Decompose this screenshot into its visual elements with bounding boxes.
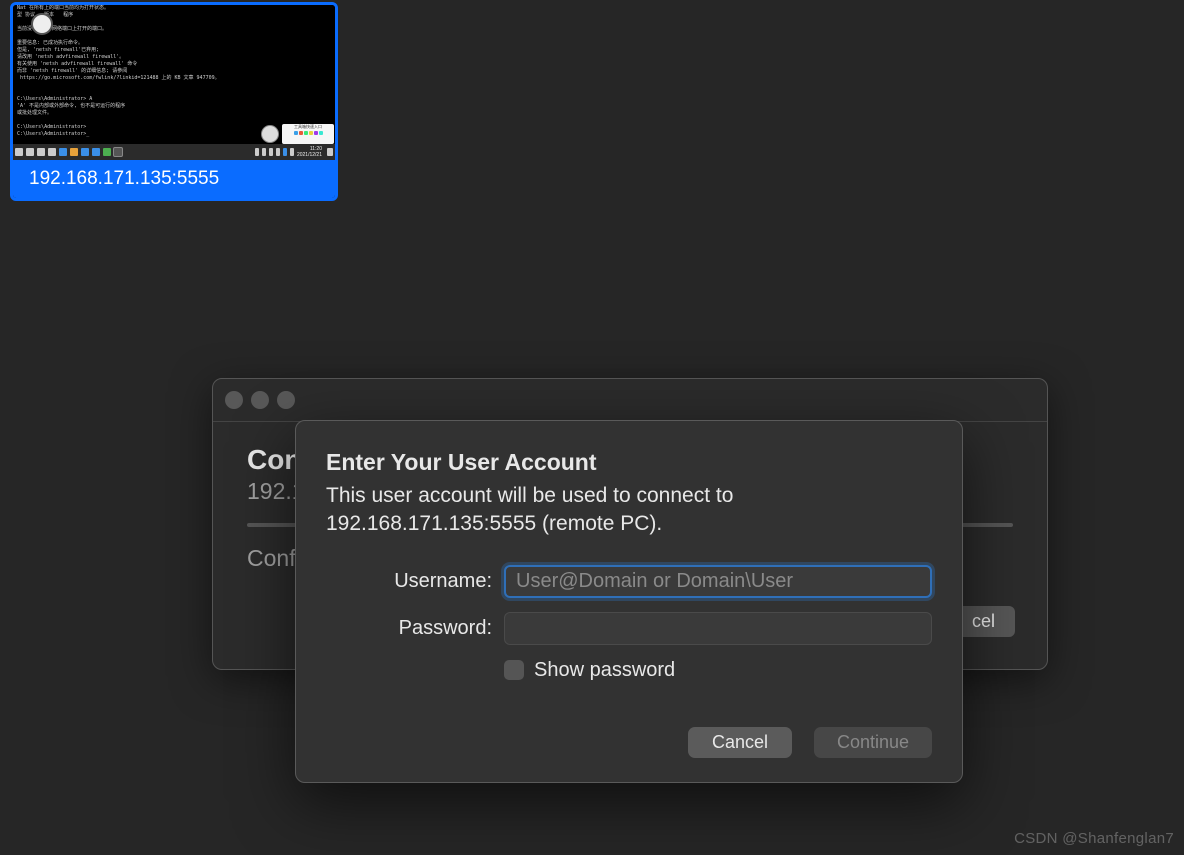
watermark: CSDN @Shanfenglan7 — [1014, 830, 1174, 847]
password-input[interactable] — [504, 612, 932, 645]
username-label: Username: — [326, 570, 504, 593]
tray-chevron-icon — [255, 148, 259, 156]
titlebar — [213, 379, 1047, 421]
avatar-icon — [31, 13, 53, 35]
password-label: Password: — [326, 617, 504, 640]
tray-icon — [283, 148, 287, 156]
store-icon — [81, 148, 89, 156]
continue-button[interactable]: Continue — [814, 727, 932, 758]
tray-icon — [262, 148, 266, 156]
taskview-icon — [48, 148, 56, 156]
thumbnail-label: 192.168.171.135:5555 — [13, 160, 335, 198]
edge-icon — [59, 148, 67, 156]
maximize-icon[interactable] — [277, 391, 295, 409]
thumbnail-screen: Nat 在所有上的端口当前均为打开状态。 型 协议 版本 程序 当前没有在所有网… — [13, 5, 335, 160]
show-password-label: Show password — [534, 659, 675, 682]
tray-icon — [290, 148, 294, 156]
toolbox-popup: 工具箱快速入口 — [282, 124, 334, 144]
close-icon[interactable] — [225, 391, 243, 409]
wechat-icon — [103, 148, 111, 156]
cancel-button[interactable]: Cancel — [688, 727, 792, 758]
dialog-description: This user account will be used to connec… — [326, 482, 932, 539]
cmd-icon — [114, 148, 122, 156]
tray-icon — [269, 148, 273, 156]
search-icon — [26, 148, 34, 156]
explorer-icon — [70, 148, 78, 156]
start-icon — [15, 148, 23, 156]
show-password-checkbox[interactable] — [504, 660, 524, 680]
notification-icon — [327, 148, 333, 156]
mail-icon — [92, 148, 100, 156]
avatar-icon — [261, 125, 279, 143]
terminal-text: Nat 在所有上的端口当前均为打开状态。 型 协议 版本 程序 当前没有在所有网… — [17, 5, 331, 138]
username-input[interactable] — [504, 565, 932, 598]
tray-icon — [276, 148, 280, 156]
thumbnail-taskbar: 11:20 2021/12/21 — [13, 144, 335, 160]
dialog-title: Enter Your User Account — [326, 449, 932, 476]
remote-desktop-thumbnail[interactable]: Nat 在所有上的端口当前均为打开状态。 型 协议 版本 程序 当前没有在所有网… — [10, 2, 338, 201]
minimize-icon[interactable] — [251, 391, 269, 409]
credentials-dialog: Enter Your User Account This user accoun… — [295, 420, 963, 783]
taskbar-clock: 11:20 2021/12/21 — [297, 146, 322, 158]
cortana-icon — [37, 148, 45, 156]
toolbox-title: 工具箱快速入口 — [282, 124, 334, 130]
